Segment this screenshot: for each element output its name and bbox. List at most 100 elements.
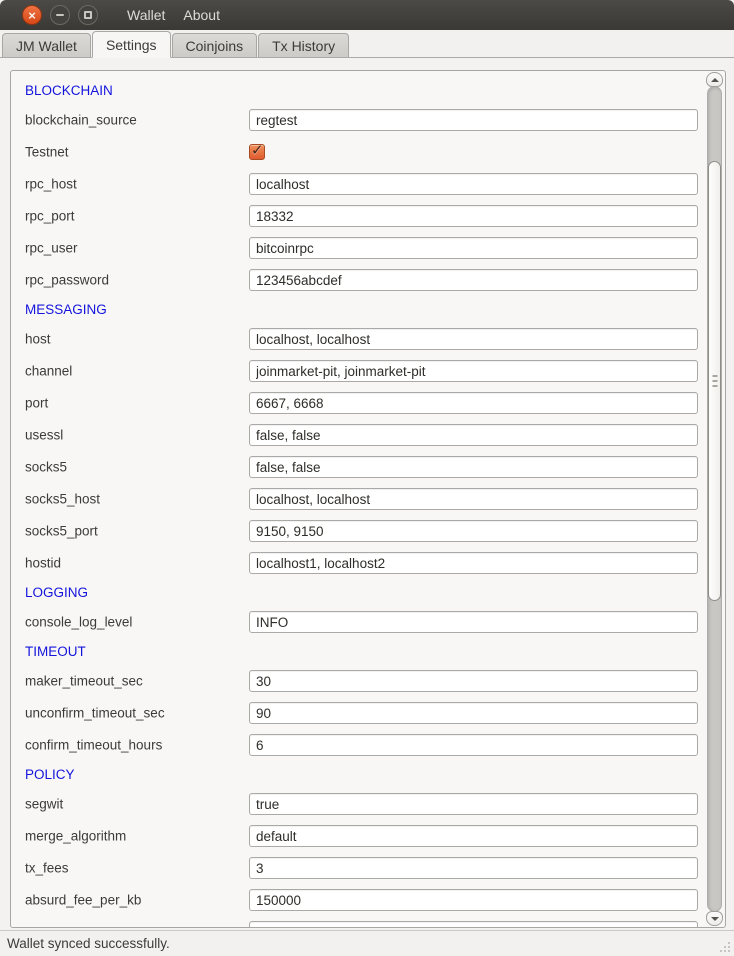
settings-row: host — [11, 323, 704, 355]
field-input-console_log_level[interactable] — [249, 611, 698, 633]
section-header: POLICY — [11, 761, 704, 788]
field-label: absurd_fee_per_kb — [25, 893, 141, 908]
tab-jm-wallet[interactable]: JM Wallet — [2, 33, 91, 57]
maximize-icon — [84, 11, 92, 19]
settings-row: tx_fees — [11, 852, 704, 884]
field-label: rpc_password — [25, 273, 109, 288]
field-label: socks5_port — [25, 524, 98, 539]
field-label: usessl — [25, 428, 63, 443]
testnet-checkbox[interactable]: ✓ — [249, 144, 265, 160]
section-header: MESSAGING — [11, 296, 704, 323]
close-button[interactable]: × — [22, 5, 42, 25]
scrollbar-handle[interactable] — [708, 161, 721, 601]
close-icon: × — [28, 9, 36, 22]
field-input-channel[interactable] — [249, 360, 698, 382]
field-input-absurd_fee_per_kb[interactable] — [249, 889, 698, 911]
resize-grip-icon[interactable] — [718, 940, 730, 952]
arrow-down-icon — [711, 917, 719, 921]
field-input-merge_algorithm[interactable] — [249, 825, 698, 847]
settings-row: rpc_user — [11, 232, 704, 264]
field-label: hostid — [25, 556, 61, 571]
status-bar: Wallet synced successfully. — [0, 930, 734, 956]
settings-row: blockchain_source — [11, 104, 704, 136]
field-input-tx_fees[interactable] — [249, 857, 698, 879]
field-input-blockchain_source[interactable] — [249, 109, 698, 131]
scroll-up-button[interactable] — [706, 72, 723, 87]
field-label: console_log_level — [25, 615, 132, 630]
arrow-up-icon — [711, 78, 719, 82]
field-label: socks5_host — [25, 492, 100, 507]
section-header: TIMEOUT — [11, 638, 704, 665]
field-input-rpc_host[interactable] — [249, 173, 698, 195]
field-input-maker_timeout_sec[interactable] — [249, 670, 698, 692]
field-input-hostid[interactable] — [249, 552, 698, 574]
field-input-socks5_port[interactable] — [249, 520, 698, 542]
tab-settings[interactable]: Settings — [92, 31, 171, 58]
settings-row: confirm_timeout_hours — [11, 729, 704, 761]
status-message: Wallet synced successfully. — [7, 936, 170, 951]
settings-row: socks5_host — [11, 483, 704, 515]
scrollbar-grip-icon — [712, 380, 717, 382]
settings-row: console_log_level — [11, 606, 704, 638]
section-header: BLOCKCHAIN — [11, 77, 704, 104]
field-label: maker_timeout_sec — [25, 674, 143, 689]
field-label: rpc_host — [25, 177, 77, 192]
minimize-icon — [56, 14, 64, 16]
field-label: host — [25, 332, 51, 347]
field-label: rpc_user — [25, 241, 78, 256]
settings-row: absurd_fee_per_kb — [11, 884, 704, 916]
settings-row: maker_timeout_sec — [11, 665, 704, 697]
tab-coinjoins[interactable]: Coinjoins — [172, 33, 258, 57]
settings-row: hostid — [11, 547, 704, 579]
minimize-button[interactable] — [50, 5, 70, 25]
field-input-socks5_host[interactable] — [249, 488, 698, 510]
field-input-usessl[interactable] — [249, 424, 698, 446]
field-label: tx_fees — [25, 861, 69, 876]
settings-row: channel — [11, 355, 704, 387]
field-label: socks5 — [25, 460, 67, 475]
field-label: port — [25, 396, 48, 411]
field-label: Testnet — [25, 145, 69, 160]
field-input-clipped[interactable] — [249, 921, 698, 928]
field-input-unconfirm_timeout_sec[interactable] — [249, 702, 698, 724]
field-input-confirm_timeout_hours[interactable] — [249, 734, 698, 756]
field-label: unconfirm_timeout_sec — [25, 706, 165, 721]
settings-row: unconfirm_timeout_sec — [11, 697, 704, 729]
settings-row: usessl — [11, 419, 704, 451]
settings-row: rpc_port — [11, 200, 704, 232]
settings-form: BLOCKCHAIN blockchain_source Testnet ✓ rpc_h… — [11, 71, 704, 928]
field-input-rpc_port[interactable] — [249, 205, 698, 227]
field-input-rpc_user[interactable] — [249, 237, 698, 259]
menubar: Wallet About — [118, 0, 229, 30]
section-header: LOGGING — [11, 579, 704, 606]
scrollbar-trough[interactable] — [707, 86, 722, 912]
field-input-port[interactable] — [249, 392, 698, 414]
maximize-button[interactable] — [78, 5, 98, 25]
settings-row: port — [11, 387, 704, 419]
menu-about[interactable]: About — [174, 0, 229, 30]
field-label: blockchain_source — [25, 113, 137, 128]
settings-row: merge_algorithm — [11, 820, 704, 852]
field-label: merge_algorithm — [25, 829, 126, 844]
menu-wallet[interactable]: Wallet — [118, 0, 174, 30]
settings-row: segwit — [11, 788, 704, 820]
settings-row: rpc_password — [11, 264, 704, 296]
settings-row: Testnet ✓ — [11, 136, 704, 168]
tab-bar: JM WalletSettingsCoinjoinsTx History — [0, 30, 734, 58]
field-label: channel — [25, 364, 72, 379]
field-input-socks5[interactable] — [249, 456, 698, 478]
settings-row: rpc_host — [11, 168, 704, 200]
settings-pane: BLOCKCHAIN blockchain_source Testnet ✓ rpc_h… — [0, 58, 734, 930]
field-label: rpc_port — [25, 209, 75, 224]
settings-scroll-area: BLOCKCHAIN blockchain_source Testnet ✓ rpc_h… — [10, 70, 726, 928]
vertical-scrollbar[interactable] — [706, 72, 723, 926]
settings-row: socks5_port — [11, 515, 704, 547]
titlebar: × Wallet About — [0, 0, 734, 30]
field-input-rpc_password[interactable] — [249, 269, 698, 291]
tab-tx-history[interactable]: Tx History — [258, 33, 349, 57]
check-icon: ✓ — [251, 141, 264, 159]
scroll-down-button[interactable] — [706, 911, 723, 926]
settings-row: socks5 — [11, 451, 704, 483]
field-input-host[interactable] — [249, 328, 698, 350]
field-input-segwit[interactable] — [249, 793, 698, 815]
